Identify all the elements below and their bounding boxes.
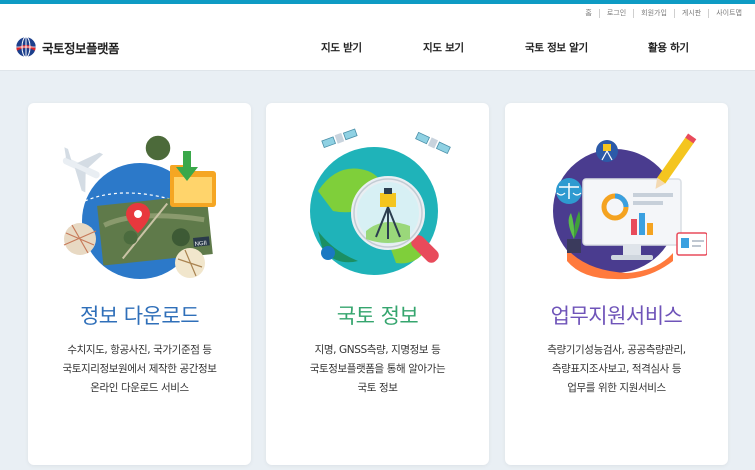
utility-links: 홈 로그인 회원가입 게시판 사이트맵 xyxy=(578,6,749,20)
util-link-home[interactable]: 홈 xyxy=(578,9,598,18)
util-link-login[interactable]: 로그인 xyxy=(598,8,633,18)
nav-item-utilize[interactable]: 활용 하기 xyxy=(648,40,689,55)
card-description-line: 수치지도, 항공사진, 국가기준점 등 xyxy=(67,344,212,356)
card-description: 지명, GNSS측량, 지명정보 등 국토정보플랫폼을 통해 알아가는 국토 정… xyxy=(266,341,489,398)
card-description: 측량기기성능검사, 공공측량관리, 측량표지조사보고, 적격심사 등 업무를 위… xyxy=(505,341,728,398)
nav-item-get-map[interactable]: 지도 받기 xyxy=(321,40,362,55)
card-title: 업무지원서비스 xyxy=(550,304,683,328)
card-info-download[interactable]: NGII 정보 다운로드 수치지도, 항공사진, 국가기준점 등 국토지리정보원… xyxy=(28,103,251,465)
satellite-icon xyxy=(321,128,358,149)
scale-icon xyxy=(556,178,582,204)
card-description-line: 온라인 다운로드 서비스 xyxy=(90,382,189,394)
card-land-info[interactable]: 국토 정보 지명, GNSS측량, 지명정보 등 국토정보플랫폼을 통해 알아가… xyxy=(266,103,489,465)
download-map-illustration: NGII xyxy=(62,134,216,279)
card-title: 국토 정보 xyxy=(336,304,419,328)
card-description: 수치지도, 항공사진, 국가기준점 등 국토지리정보원에서 제작한 공간정보 온… xyxy=(28,341,251,398)
card-description-line: 지명, GNSS측량, 지명정보 등 xyxy=(314,344,441,356)
util-link-sitemap[interactable]: 사이트맵 xyxy=(708,8,749,18)
folder-download-icon xyxy=(170,151,216,207)
card-description-line: 측량표지조사보고, 적격심사 등 xyxy=(551,363,682,375)
survey-instrument-icon xyxy=(596,140,618,162)
util-link-board[interactable]: 게시판 xyxy=(673,8,708,18)
card-description-line: 국토지리정보원에서 제작한 공간정보 xyxy=(62,363,217,375)
card-work-support[interactable]: 업무지원서비스 측량기기성능검사, 공공측량관리, 측량표지조사보고, 적격심사… xyxy=(505,103,728,465)
nav-item-view-map[interactable]: 지도 보기 xyxy=(423,40,464,55)
monitor-dashboard-illustration xyxy=(553,133,707,280)
card-title: 정보 다운로드 xyxy=(79,304,200,328)
nav-item-land-info[interactable]: 국토 정보 알기 xyxy=(525,40,588,55)
card-description-line: 국토정보플랫폼을 통해 알아가는 xyxy=(309,363,446,375)
main-nav: 지도 받기 지도 보기 국토 정보 알기 활용 하기 xyxy=(0,40,755,58)
card-description-line: 업무를 위한 지원서비스 xyxy=(567,382,666,394)
id-card-icon xyxy=(676,232,707,256)
site-header: 홈 로그인 회원가입 게시판 사이트맵 국토정보플랫폼 지도 받기 지도 보기 … xyxy=(0,4,755,71)
util-link-signup[interactable]: 회원가입 xyxy=(633,8,674,18)
satellite-icon xyxy=(415,131,451,155)
globe-magnifier-illustration xyxy=(310,128,451,275)
card-description-line: 국토 정보 xyxy=(357,382,398,394)
card-description-line: 측량기기성능검사, 공공측량관리, xyxy=(547,344,686,356)
